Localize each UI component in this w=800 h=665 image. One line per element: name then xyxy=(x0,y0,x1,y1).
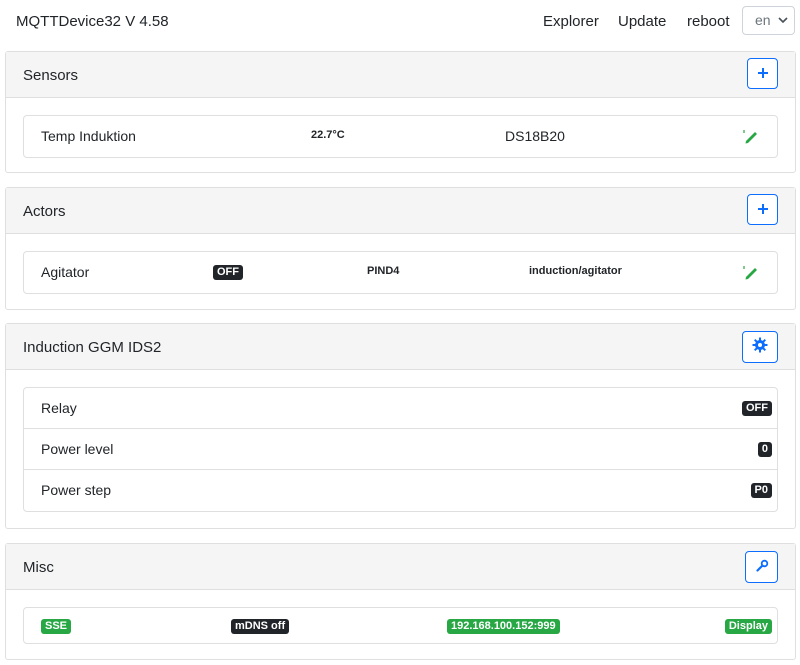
induction-title: Induction GGM IDS2 xyxy=(23,339,162,356)
power-step-badge: P0 xyxy=(750,483,772,498)
add-actor-button[interactable] xyxy=(747,194,778,225)
sensors-title: Sensors xyxy=(23,67,79,84)
actor-pin: PIND4 xyxy=(367,265,400,277)
list-item: Agitator OFF PIND4 induction/agitator xyxy=(24,252,777,293)
sse-badge[interactable]: SSE xyxy=(41,619,72,634)
sensors-list: Temp Induktion 22.7°C DS18B20 xyxy=(23,115,778,158)
actor-state-badge: OFF xyxy=(213,265,243,280)
mdns-badge: mDNS off xyxy=(231,619,290,634)
power-level-badge: 0 xyxy=(757,442,772,457)
power-level-label: Power level xyxy=(41,441,114,457)
plus-icon xyxy=(757,199,769,220)
pencil-icon[interactable] xyxy=(742,127,760,145)
display-badge[interactable]: Display xyxy=(724,619,772,634)
induction-card-header: Induction GGM IDS2 xyxy=(6,324,795,370)
list-item: Power step P0 xyxy=(24,470,777,511)
sensor-value: 22.7°C xyxy=(311,129,345,141)
nav-update-link[interactable]: Update xyxy=(618,13,666,30)
wrench-icon xyxy=(755,557,769,578)
induction-settings-button[interactable] xyxy=(742,331,778,363)
gear-icon xyxy=(752,337,768,358)
sensors-card: Sensors Temp Induktion 22.7°C DS18B20 xyxy=(5,51,796,173)
nav-reboot-link[interactable]: reboot xyxy=(687,13,730,30)
induction-card: Induction GGM IDS2 Relay OFF Power level… xyxy=(5,323,796,529)
add-sensor-button[interactable] xyxy=(747,58,778,89)
sensor-type: DS18B20 xyxy=(505,128,565,144)
power-step-label: Power step xyxy=(41,482,112,498)
list-item: SSE mDNS off 192.168.100.152:999 Display xyxy=(24,608,777,643)
misc-card-header: Misc xyxy=(6,544,795,590)
actors-title: Actors xyxy=(23,203,66,220)
pencil-icon[interactable] xyxy=(742,263,760,281)
induction-list: Relay OFF Power level 0 Power step P0 xyxy=(23,387,778,512)
misc-tools-button[interactable] xyxy=(745,551,778,583)
relay-label: Relay xyxy=(41,400,77,416)
language-value: en xyxy=(755,12,771,28)
actors-list: Agitator OFF PIND4 induction/agitator xyxy=(23,251,778,294)
list-item: Relay OFF xyxy=(24,388,777,429)
language-select[interactable]: en xyxy=(742,6,795,35)
relay-badge: OFF xyxy=(742,401,772,416)
chevron-down-icon xyxy=(778,7,788,45)
nav-explorer-link[interactable]: Explorer xyxy=(543,13,599,30)
sensors-card-header: Sensors xyxy=(6,52,795,98)
misc-card: Misc SSE mDNS off 192.168.100.152:999 Di… xyxy=(5,543,796,660)
plus-icon xyxy=(757,63,769,84)
navbar: MQTTDevice32 V 4.58 Explorer Update rebo… xyxy=(0,0,800,44)
actors-card-header: Actors xyxy=(6,188,795,234)
sensor-name: Temp Induktion xyxy=(41,128,136,144)
misc-title: Misc xyxy=(23,559,54,576)
ip-badge[interactable]: 192.168.100.152:999 xyxy=(447,619,560,634)
list-item: Temp Induktion 22.7°C DS18B20 xyxy=(24,116,777,157)
actor-topic: induction/agitator xyxy=(529,265,622,277)
actor-name: Agitator xyxy=(41,264,90,280)
actors-card: Actors Agitator OFF PIND4 induction/agit… xyxy=(5,187,796,310)
misc-list: SSE mDNS off 192.168.100.152:999 Display xyxy=(23,607,778,644)
brand-title[interactable]: MQTTDevice32 V 4.58 xyxy=(16,13,169,30)
list-item: Power level 0 xyxy=(24,429,777,470)
